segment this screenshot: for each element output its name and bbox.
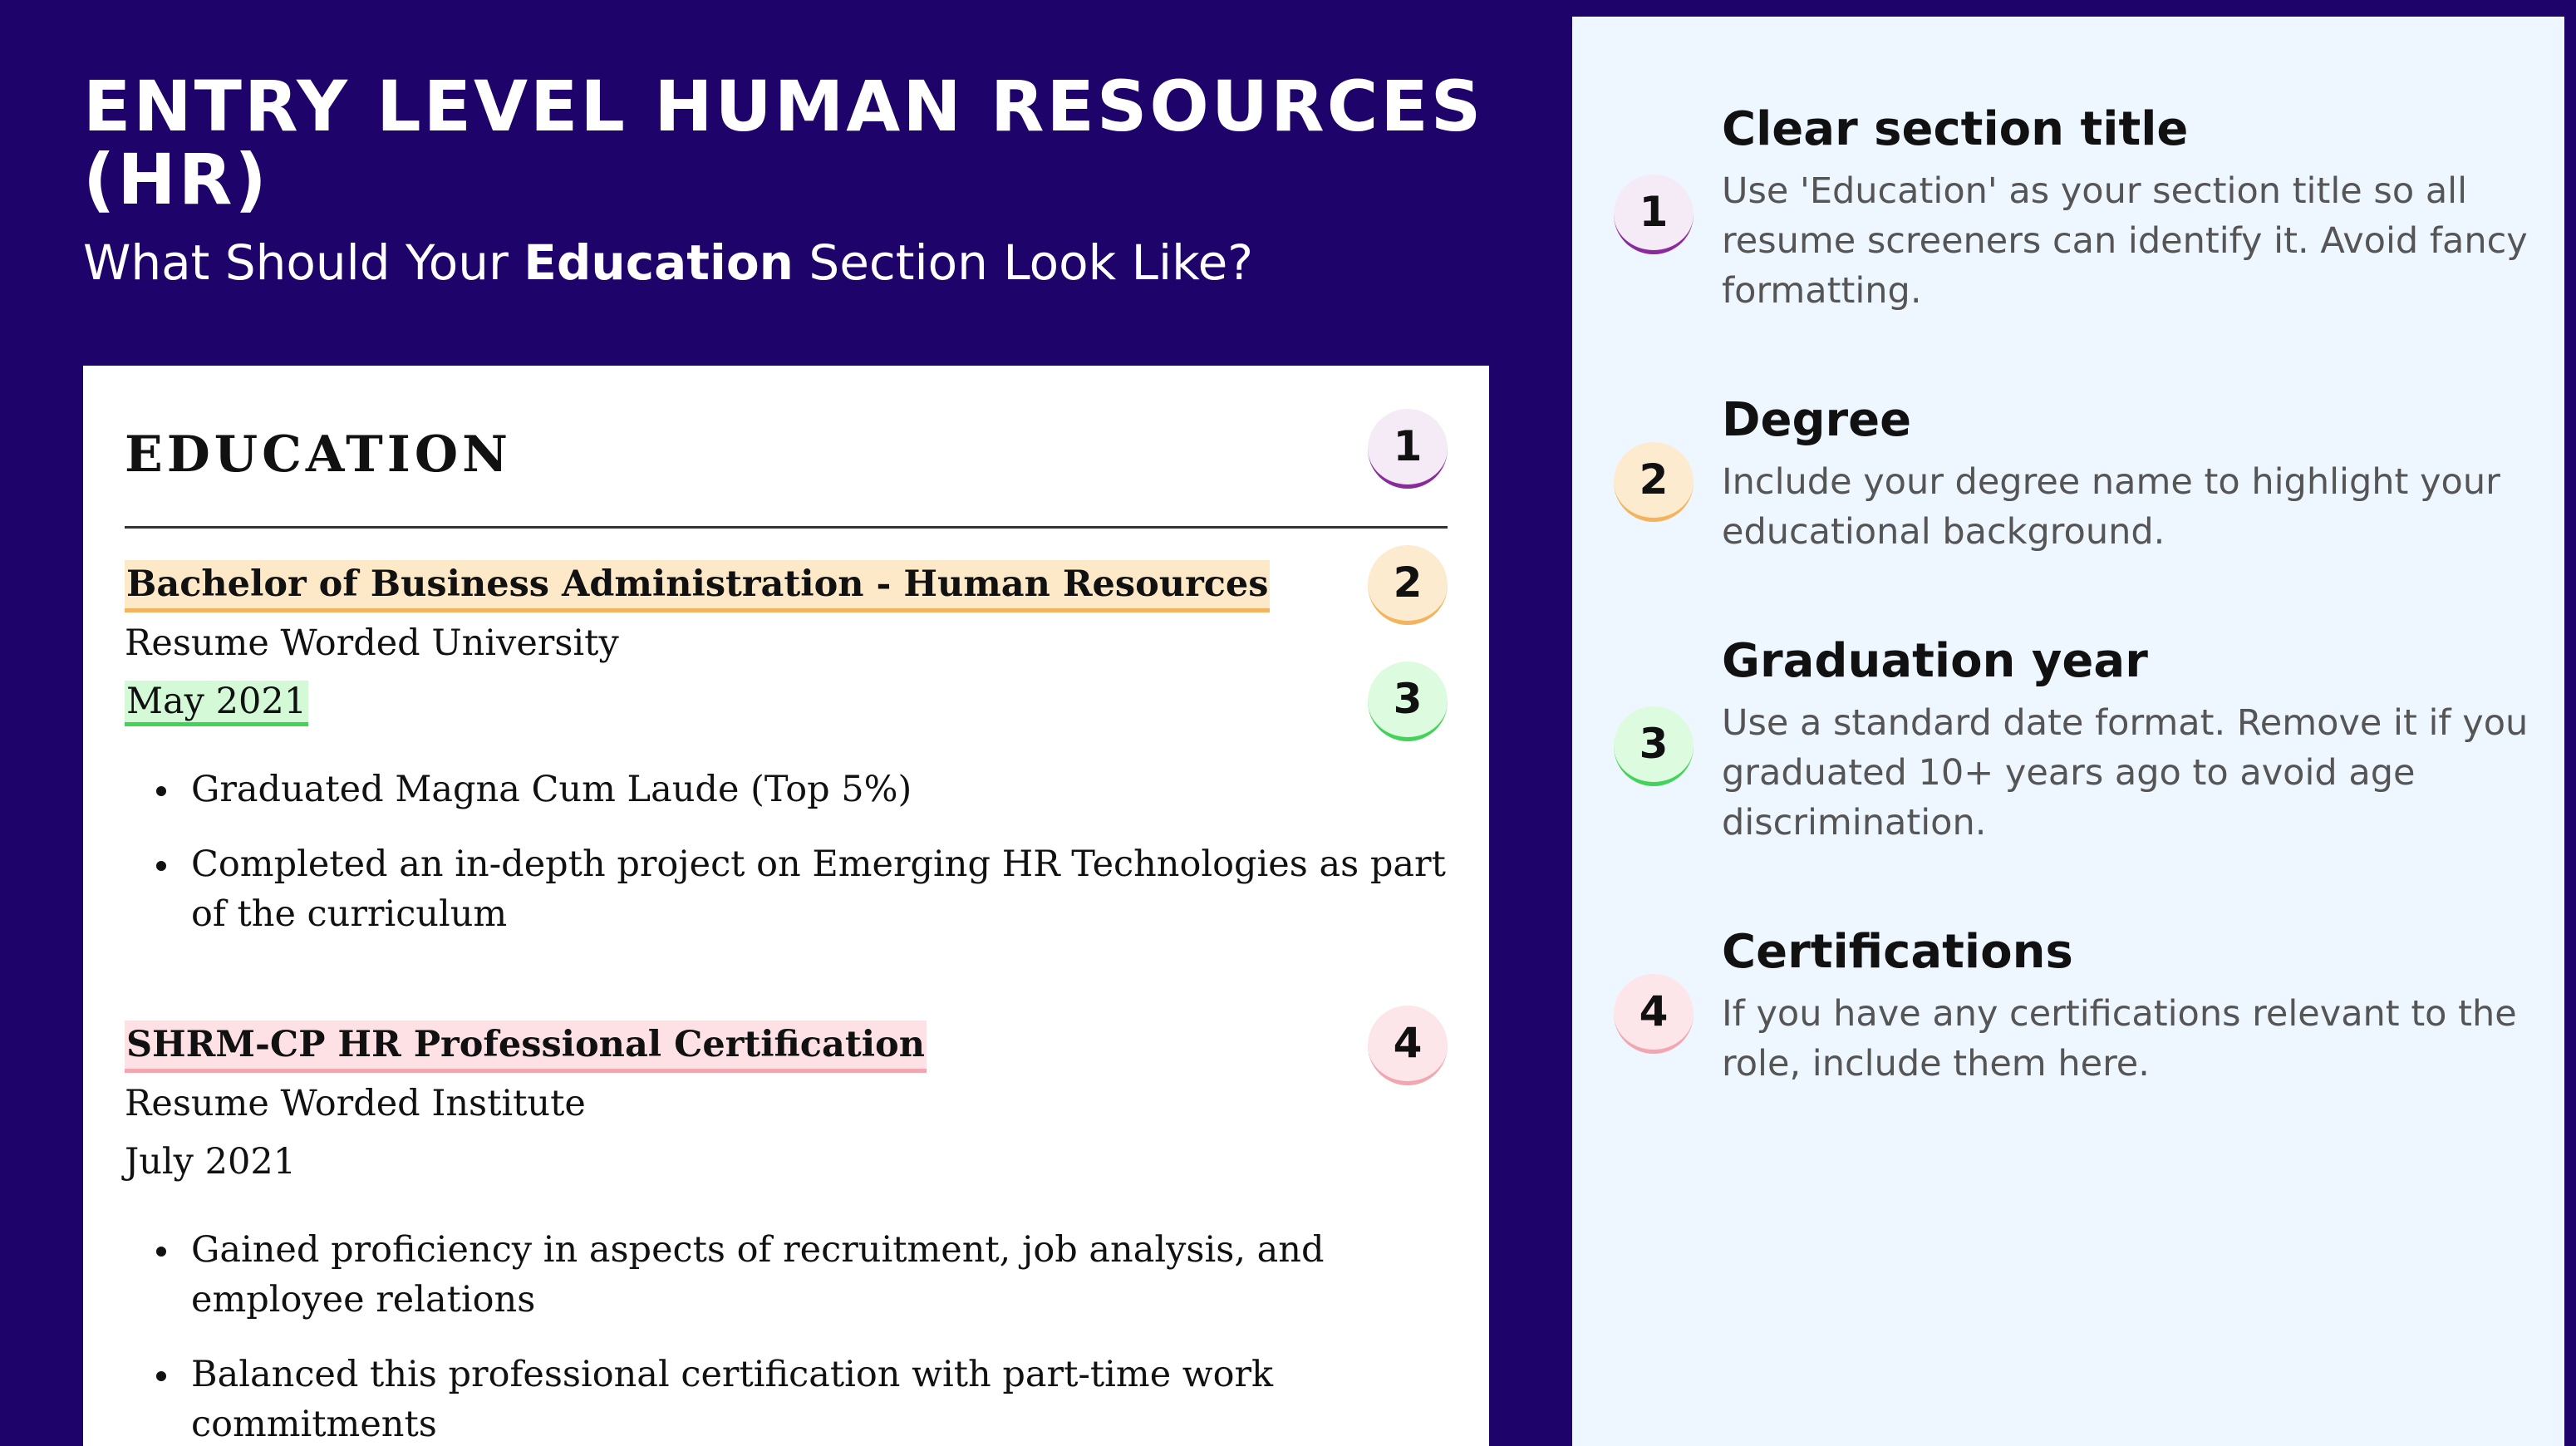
tip-title: Clear section title <box>1722 102 2189 156</box>
tip-number-badge: 3 <box>1614 706 1694 786</box>
degree-title: Bachelor of Business Administration - Hu… <box>125 560 1271 612</box>
number-badge-4: 4 <box>1368 1006 1448 1085</box>
resume-education-card: EDUCATION Bachelor of Business Administr… <box>83 366 1489 1446</box>
list-item: Graduated Magna Cum Laude (Top 5%) <box>125 765 1448 814</box>
degree-date: May 2021 <box>125 677 309 726</box>
page-header: ENTRY LEVEL HUMAN RESOURCES (HR) What Sh… <box>83 70 1496 293</box>
page-title: ENTRY LEVEL HUMAN RESOURCES (HR) <box>83 66 1484 220</box>
list-item: Balanced this professional certification… <box>125 1350 1448 1446</box>
tip-title: Graduation year <box>1722 634 2148 688</box>
tip-title: Degree <box>1722 393 1912 447</box>
tips-panel: Clear section title 1 Use 'Education' as… <box>1572 17 2564 1446</box>
certification-title: SHRM-CP HR Professional Certification <box>125 1021 927 1073</box>
tip-title: Certifications <box>1722 925 2073 979</box>
certification-date: July 2021 <box>125 1141 297 1183</box>
number-badge-1: 1 <box>1368 409 1448 489</box>
number-badge-3: 3 <box>1368 662 1448 741</box>
tip-text: Include your degree name to highlight yo… <box>1722 461 2500 553</box>
number-badge-2: 2 <box>1368 545 1448 625</box>
list-item: Completed an in-depth project on Emergin… <box>125 839 1448 939</box>
tip-number-badge: 2 <box>1614 442 1694 522</box>
tip-text: If you have any certifications relevant … <box>1722 993 2517 1084</box>
certification-bullets: Gained proficiency in aspects of recruit… <box>125 1225 1448 1446</box>
tip-number-badge: 1 <box>1614 175 1694 254</box>
page-subtitle: What Should Your Education Section Look … <box>83 233 1496 293</box>
tip-text: Use a standard date format. Remove it if… <box>1722 702 2529 844</box>
education-section-title: EDUCATION <box>125 425 512 484</box>
subtitle-prefix: What Should Your <box>83 234 524 291</box>
section-divider <box>125 526 1448 529</box>
certification-institution: Resume Worded Institute <box>125 1083 586 1124</box>
subtitle-suffix: Section Look Like? <box>793 234 1254 291</box>
list-item: Gained proficiency in aspects of recruit… <box>125 1225 1448 1325</box>
degree-bullets: Graduated Magna Cum Laude (Top 5%) Compl… <box>125 765 1448 964</box>
subtitle-emphasis: Education <box>524 234 794 291</box>
degree-institution: Resume Worded University <box>125 622 619 664</box>
tip-number-badge: 4 <box>1614 974 1694 1054</box>
tip-text: Use 'Education' as your section title so… <box>1722 170 2528 312</box>
graduation-date: May 2021 <box>125 681 309 726</box>
